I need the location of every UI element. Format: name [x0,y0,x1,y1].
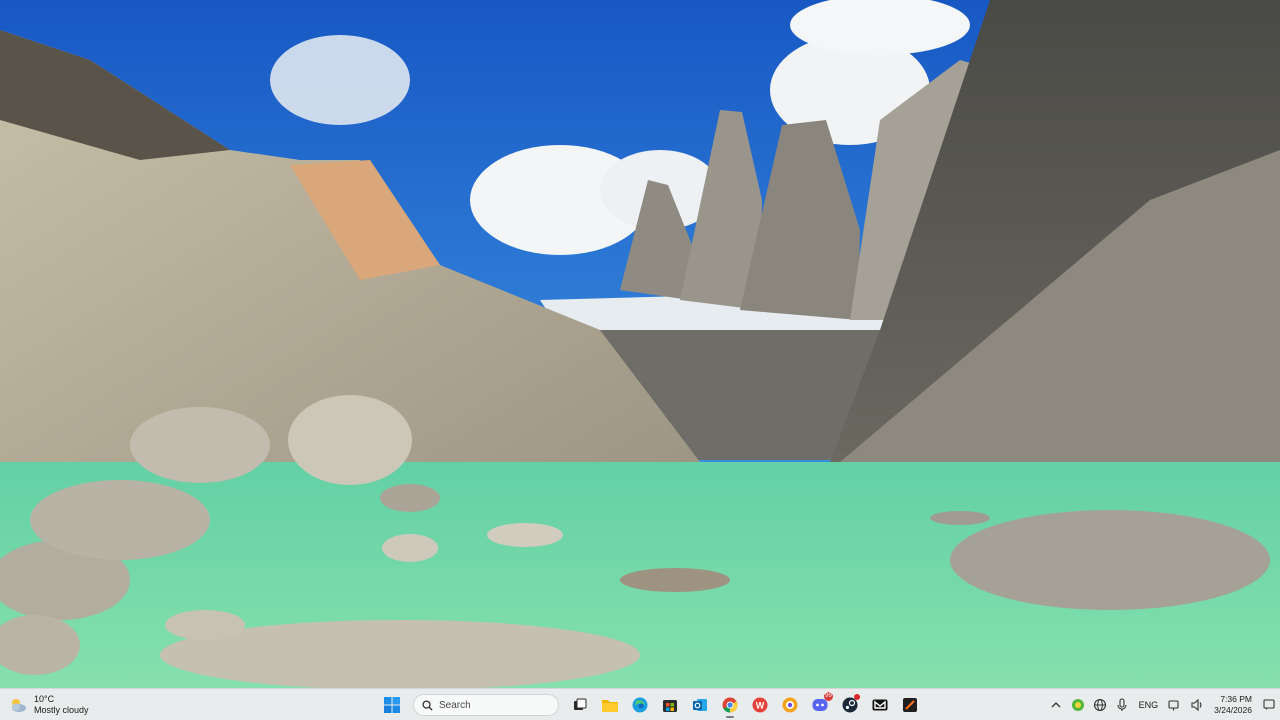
search-placeholder: Search [439,699,471,711]
network-button[interactable] [1164,694,1186,716]
task-view-icon [574,698,587,710]
clock-date: 3/24/2026 [1214,705,1252,715]
notification-icon [1263,699,1275,710]
chrome-icon [722,697,738,713]
edge-icon [632,697,648,713]
file-explorer-button[interactable] [596,691,624,719]
notifications-button[interactable] [1258,694,1280,716]
mail-app-icon [872,699,888,711]
network-icon [1168,700,1179,711]
search-box[interactable]: Search [413,694,559,716]
notification-badge: 99 [824,692,833,701]
svg-text:W: W [756,701,765,711]
status-dot [854,694,860,700]
weather-condition: Mostly cloudy [34,705,89,715]
tray-vpn-button[interactable] [1089,694,1111,716]
tray-app-icon [1071,699,1084,711]
system-tray: ENG 7:36 PM 3/24/2026 [1045,689,1280,720]
clock[interactable]: 7:36 PM 3/24/2026 [1208,694,1258,716]
start-button[interactable] [378,691,406,719]
steam-button[interactable] [836,691,864,719]
weather-widget[interactable]: 10°C Mostly cloudy [8,689,89,720]
cloudy-weather-icon [8,695,28,715]
tray-app-button[interactable] [1067,694,1089,716]
chevron-up-icon [1051,702,1061,708]
store-button[interactable] [656,691,684,719]
browser-button[interactable] [776,691,804,719]
show-hidden-icons-button[interactable] [1045,694,1067,716]
store-icon [663,700,677,712]
desktop-wallpaper [0,0,1280,688]
edge-button[interactable] [626,691,654,719]
taskbar: 10°C Mostly cloudy Search W 99 ENG 7:36 … [0,688,1280,720]
browser-icon [782,697,798,713]
dev-tool-icon [903,698,917,712]
speaker-icon [1191,698,1202,712]
outlook-button[interactable] [686,691,714,719]
wps-button[interactable]: W [746,691,774,719]
chrome-button[interactable] [716,691,744,719]
windows-logo-icon [384,697,400,713]
taskbar-center: Search W 99 [377,689,925,720]
globe-icon [1093,698,1106,712]
volume-button[interactable] [1186,694,1208,716]
microphone-icon [1117,698,1127,711]
clock-time: 7:36 PM [1220,694,1252,704]
tray-microphone-button[interactable] [1111,694,1133,716]
search-icon [422,699,433,711]
outlook-icon [693,699,707,711]
dev-tool-button[interactable] [896,691,924,719]
weather-temperature: 10°C [34,694,55,704]
wps-icon: W [752,697,768,713]
file-explorer-icon [602,700,618,712]
discord-button[interactable]: 99 [806,691,834,719]
input-language-indicator[interactable]: ENG [1133,700,1165,710]
wallpaper-image [0,0,1280,688]
mail-app-button[interactable] [866,691,894,719]
task-view-button[interactable] [566,691,594,719]
